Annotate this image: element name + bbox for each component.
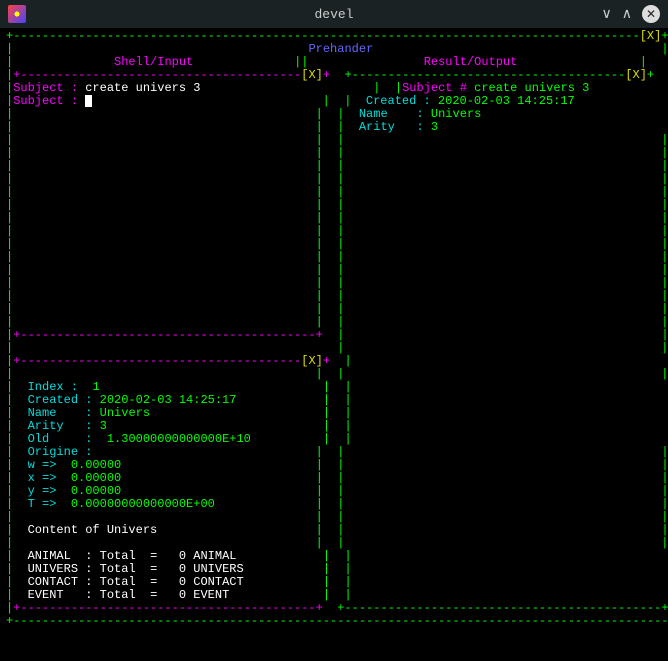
result-prompt-label: Subject # (402, 81, 467, 95)
detail-field-label: Name : (28, 406, 93, 420)
coord-label: T => (28, 497, 57, 511)
shell-title: Shell/Input (13, 55, 294, 69)
result-field-value: 3 (424, 120, 668, 134)
minimize-button[interactable]: ∨ (602, 6, 612, 23)
shell-input-line[interactable]: |Subject : create univers 3 | |Subject #… (6, 82, 662, 95)
app-title: Prehander (13, 42, 661, 56)
terminal: +---------------------------------------… (0, 28, 668, 661)
detail-field-value: 1 (78, 380, 323, 394)
shell-border-top: +--------------------------------------- (13, 68, 301, 82)
result-field-label: Name : (359, 107, 424, 121)
detail-border-top: +--------------------------------------- (13, 354, 301, 368)
coord-value: 0.00000000000000E+00 (56, 497, 315, 511)
detail-field-label: Old : (28, 432, 93, 446)
detail-field-value: 1.30000000000000E+10 (92, 432, 322, 446)
detail-field-value: Univers (92, 406, 322, 420)
detail-field-label: Origine : (28, 445, 93, 459)
coord-value: 0.00000 (56, 458, 315, 472)
result-close-marker[interactable]: [X] (625, 68, 647, 82)
window-title: devel (314, 7, 353, 22)
result-field-label: Arity : (359, 120, 424, 134)
close-window-button[interactable]: ✕ (642, 5, 660, 23)
detail-field-value: 3 (92, 419, 322, 433)
outer-close-marker[interactable]: [X] (640, 29, 662, 43)
detail-close-marker[interactable]: [X] (301, 354, 323, 368)
coord-label: w => (28, 458, 57, 472)
shell-close-marker[interactable]: [X] (301, 68, 323, 82)
result-field-value: Univers (424, 107, 668, 121)
shell-command: create univers 3 (78, 81, 373, 95)
coord-label: y => (28, 484, 57, 498)
shell-border-bottom: +---------------------------------------… (13, 328, 323, 342)
detail-border-bottom: +---------------------------------------… (13, 601, 323, 615)
detail-field-label: Created : (28, 393, 93, 407)
result-echo: create univers 3 (467, 81, 668, 95)
maximize-button[interactable]: ∧ (622, 6, 632, 23)
detail-field-label: Index : (28, 380, 78, 394)
content-title: Content of Univers (28, 523, 158, 537)
window-titlebar: devel ∨ ∧ ✕ (0, 0, 668, 28)
outer-border-top: +---------------------------------------… (6, 29, 640, 43)
prompt-label: Subject : (13, 81, 78, 95)
app-logo-icon (8, 5, 26, 23)
coord-label: x => (28, 471, 57, 485)
coord-value: 0.00000 (56, 471, 315, 485)
detail-field-value: 2020-02-03 14:25:17 (92, 393, 322, 407)
detail-field-label: Arity : (28, 419, 93, 433)
outer-border-bottom: +---------------------------------------… (6, 614, 668, 628)
result-title: Result/Output (308, 55, 639, 69)
coord-value: 0.00000 (56, 484, 315, 498)
